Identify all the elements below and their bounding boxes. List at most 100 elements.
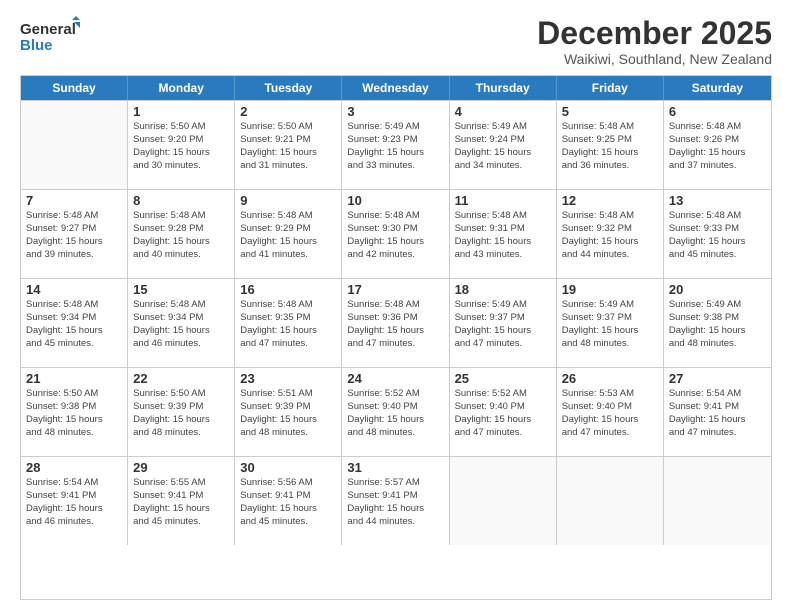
day-info: Sunrise: 5:48 AMSunset: 9:25 PMDaylight:…	[562, 121, 658, 172]
day-number: 1	[133, 104, 229, 119]
day-number: 8	[133, 193, 229, 208]
day-info: Sunrise: 5:48 AMSunset: 9:30 PMDaylight:…	[347, 210, 443, 261]
calendar-cell	[450, 457, 557, 545]
weekday-header-tuesday: Tuesday	[235, 76, 342, 100]
calendar-row-0: 1 Sunrise: 5:50 AMSunset: 9:20 PMDaylight…	[21, 100, 771, 189]
day-number: 13	[669, 193, 766, 208]
calendar-row-1: 7Sunrise: 5:48 AMSunset: 9:27 PMDaylight…	[21, 189, 771, 278]
day-info: Sunrise: 5:48 AMSunset: 9:35 PMDaylight:…	[240, 299, 336, 350]
day-number: 28	[26, 460, 122, 475]
day-number: 21	[26, 371, 122, 386]
calendar-header: SundayMondayTuesdayWednesdayThursdayFrid…	[21, 76, 771, 100]
calendar-row-3: 21 Sunrise: 5:50 AMSunset: 9:38 PMDayligh…	[21, 367, 771, 456]
day-number: 31	[347, 460, 443, 475]
day-info: Sunrise: 5:56 AMSunset: 9:41 PMDaylight:…	[240, 477, 336, 528]
day-info: Sunrise: 5:50 AMSunset: 9:21 PMDaylight:…	[240, 121, 336, 172]
day-number: 16	[240, 282, 336, 297]
month-title: December 2025	[537, 16, 772, 51]
calendar-cell: 21 Sunrise: 5:50 AMSunset: 9:38 PMDayligh…	[21, 368, 128, 456]
day-info: Sunrise: 5:55 AMSunset: 9:41 PMDaylight:…	[133, 477, 229, 528]
day-number: 18	[455, 282, 551, 297]
logo-svg: General Blue	[20, 16, 80, 58]
day-info: Sunrise: 5:57 AMSunset: 9:41 PMDaylight:…	[347, 477, 443, 528]
calendar-cell: 28 Sunrise: 5:54 AMSunset: 9:41 PMDayligh…	[21, 457, 128, 545]
day-info: Sunrise: 5:52 AMSunset: 9:40 PMDaylight:…	[455, 388, 551, 439]
calendar-cell: 9 Sunrise: 5:48 AMSunset: 9:29 PMDaylight…	[235, 190, 342, 278]
calendar-body: 1 Sunrise: 5:50 AMSunset: 9:20 PMDaylight…	[21, 100, 771, 545]
day-number: 23	[240, 371, 336, 386]
calendar-cell: 25 Sunrise: 5:52 AMSunset: 9:40 PMDayligh…	[450, 368, 557, 456]
day-info: Sunrise: 5:48 AMSunset: 9:26 PMDaylight:…	[669, 121, 766, 172]
day-number: 7	[26, 193, 122, 208]
svg-text:Blue: Blue	[20, 37, 53, 54]
day-info: Sunrise: 5:50 AMSunset: 9:39 PMDaylight:…	[133, 388, 229, 439]
day-info: Sunrise: 5:52 AMSunset: 9:40 PMDaylight:…	[347, 388, 443, 439]
day-number: 2	[240, 104, 336, 119]
calendar-row-2: 14Sunrise: 5:48 AMSunset: 9:34 PMDayligh…	[21, 278, 771, 367]
day-number: 20	[669, 282, 766, 297]
calendar-cell: 30Sunrise: 5:56 AMSunset: 9:41 PMDayligh…	[235, 457, 342, 545]
weekday-header-sunday: Sunday	[21, 76, 128, 100]
calendar-cell: 3 Sunrise: 5:49 AMSunset: 9:23 PMDaylight…	[342, 101, 449, 189]
calendar-cell: 29Sunrise: 5:55 AMSunset: 9:41 PMDayligh…	[128, 457, 235, 545]
calendar-cell: 5Sunrise: 5:48 AMSunset: 9:25 PMDaylight…	[557, 101, 664, 189]
day-info: Sunrise: 5:48 AMSunset: 9:34 PMDaylight:…	[26, 299, 122, 350]
calendar-cell: 8 Sunrise: 5:48 AMSunset: 9:28 PMDaylight…	[128, 190, 235, 278]
weekday-header-saturday: Saturday	[664, 76, 771, 100]
day-info: Sunrise: 5:49 AMSunset: 9:38 PMDaylight:…	[669, 299, 766, 350]
calendar-cell: 4 Sunrise: 5:49 AMSunset: 9:24 PMDaylight…	[450, 101, 557, 189]
calendar-cell: 22Sunrise: 5:50 AMSunset: 9:39 PMDayligh…	[128, 368, 235, 456]
calendar-cell: 1 Sunrise: 5:50 AMSunset: 9:20 PMDaylight…	[128, 101, 235, 189]
calendar-cell: 20 Sunrise: 5:49 AMSunset: 9:38 PMDayligh…	[664, 279, 771, 367]
weekday-header-thursday: Thursday	[450, 76, 557, 100]
weekday-header-monday: Monday	[128, 76, 235, 100]
calendar-cell: 17 Sunrise: 5:48 AMSunset: 9:36 PMDayligh…	[342, 279, 449, 367]
day-number: 26	[562, 371, 658, 386]
weekday-header-friday: Friday	[557, 76, 664, 100]
day-info: Sunrise: 5:48 AMSunset: 9:29 PMDaylight:…	[240, 210, 336, 261]
calendar-cell: 27 Sunrise: 5:54 AMSunset: 9:41 PMDayligh…	[664, 368, 771, 456]
day-info: Sunrise: 5:48 AMSunset: 9:34 PMDaylight:…	[133, 299, 229, 350]
calendar-cell: 15Sunrise: 5:48 AMSunset: 9:34 PMDayligh…	[128, 279, 235, 367]
calendar-cell: 19 Sunrise: 5:49 AMSunset: 9:37 PMDayligh…	[557, 279, 664, 367]
day-number: 6	[669, 104, 766, 119]
day-info: Sunrise: 5:49 AMSunset: 9:23 PMDaylight:…	[347, 121, 443, 172]
calendar-cell: 12 Sunrise: 5:48 AMSunset: 9:32 PMDayligh…	[557, 190, 664, 278]
day-info: Sunrise: 5:53 AMSunset: 9:40 PMDaylight:…	[562, 388, 658, 439]
day-number: 4	[455, 104, 551, 119]
day-info: Sunrise: 5:54 AMSunset: 9:41 PMDaylight:…	[26, 477, 122, 528]
calendar-cell: 13 Sunrise: 5:48 AMSunset: 9:33 PMDayligh…	[664, 190, 771, 278]
day-number: 19	[562, 282, 658, 297]
location: Waikiwi, Southland, New Zealand	[537, 51, 772, 67]
day-info: Sunrise: 5:49 AMSunset: 9:24 PMDaylight:…	[455, 121, 551, 172]
day-info: Sunrise: 5:48 AMSunset: 9:31 PMDaylight:…	[455, 210, 551, 261]
calendar-cell: 24Sunrise: 5:52 AMSunset: 9:40 PMDayligh…	[342, 368, 449, 456]
day-info: Sunrise: 5:51 AMSunset: 9:39 PMDaylight:…	[240, 388, 336, 439]
day-info: Sunrise: 5:49 AMSunset: 9:37 PMDaylight:…	[562, 299, 658, 350]
day-number: 3	[347, 104, 443, 119]
calendar-cell: 18Sunrise: 5:49 AMSunset: 9:37 PMDayligh…	[450, 279, 557, 367]
day-info: Sunrise: 5:48 AMSunset: 9:32 PMDaylight:…	[562, 210, 658, 261]
header: General Blue December 2025 Waikiwi, Sout…	[20, 16, 772, 67]
day-info: Sunrise: 5:48 AMSunset: 9:36 PMDaylight:…	[347, 299, 443, 350]
day-info: Sunrise: 5:48 AMSunset: 9:28 PMDaylight:…	[133, 210, 229, 261]
day-number: 25	[455, 371, 551, 386]
day-info: Sunrise: 5:48 AMSunset: 9:33 PMDaylight:…	[669, 210, 766, 261]
logo: General Blue	[20, 16, 80, 58]
calendar-cell	[664, 457, 771, 545]
calendar-cell	[557, 457, 664, 545]
day-number: 27	[669, 371, 766, 386]
calendar-cell: 14Sunrise: 5:48 AMSunset: 9:34 PMDayligh…	[21, 279, 128, 367]
calendar-row-4: 28 Sunrise: 5:54 AMSunset: 9:41 PMDayligh…	[21, 456, 771, 545]
day-info: Sunrise: 5:50 AMSunset: 9:38 PMDaylight:…	[26, 388, 122, 439]
day-info: Sunrise: 5:54 AMSunset: 9:41 PMDaylight:…	[669, 388, 766, 439]
day-number: 10	[347, 193, 443, 208]
day-info: Sunrise: 5:50 AMSunset: 9:20 PMDaylight:…	[133, 121, 229, 172]
day-number: 9	[240, 193, 336, 208]
page: General Blue December 2025 Waikiwi, Sout…	[0, 0, 792, 612]
day-number: 17	[347, 282, 443, 297]
day-number: 12	[562, 193, 658, 208]
calendar-cell: 16 Sunrise: 5:48 AMSunset: 9:35 PMDayligh…	[235, 279, 342, 367]
calendar-cell: 26 Sunrise: 5:53 AMSunset: 9:40 PMDayligh…	[557, 368, 664, 456]
calendar-cell: 6 Sunrise: 5:48 AMSunset: 9:26 PMDaylight…	[664, 101, 771, 189]
